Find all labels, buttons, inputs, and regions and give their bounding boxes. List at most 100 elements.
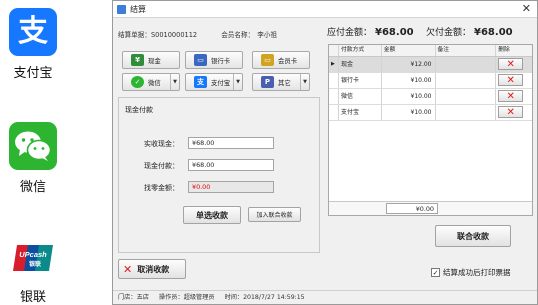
other-label: 其它 [278, 78, 291, 87]
row-delete: ✕ [496, 57, 532, 72]
cancel-icon: ✕ [123, 262, 133, 276]
change-amount: ¥0.00 [188, 181, 274, 193]
operator-value: 超级管理员 [183, 294, 215, 301]
wechat-pay-button[interactable]: ✓ 微信 ▼ [122, 73, 180, 91]
row-method: 支付宝 [339, 105, 382, 120]
alipay-icon: 支 [9, 8, 57, 56]
table-row[interactable]: 微信 ¥10.00 ✕ [329, 89, 532, 105]
row-amount: ¥10.00 [382, 105, 436, 120]
alipay-glyph: 支 [18, 14, 48, 49]
store-label: 门店： [118, 294, 137, 301]
member-card-label: 会员卡 [278, 56, 298, 65]
alipay-small-icon: 支 [194, 76, 207, 88]
sum-amount: ¥0.00 [386, 203, 438, 214]
time-label: 时间： [224, 294, 244, 301]
received-input[interactable]: ¥68.00 [188, 137, 274, 149]
time-value: 2018/7/27 14:59:15 [243, 294, 305, 301]
received-label: 实收现金： [144, 140, 179, 148]
row-method: 现金 [339, 57, 382, 72]
add-joint-payment-button[interactable]: 加入联合收款 [248, 207, 301, 222]
wechat-pay-label: 微信 [148, 78, 161, 87]
bank-card-button[interactable]: ▭ 银行卡 [185, 51, 243, 69]
wechat-item: 微信 [4, 122, 62, 195]
header-note: 备注 [436, 45, 497, 56]
row-note[interactable] [436, 73, 497, 88]
row-delete: ✕ [496, 89, 532, 104]
row-indicator [329, 105, 339, 120]
table-row[interactable]: ▶ 现金 ¥12.00 ✕ [329, 57, 532, 73]
alipay-item: 支 支付宝 [4, 8, 62, 81]
table-row[interactable]: 支付宝 ¥10.00 ✕ [329, 105, 532, 121]
status-bar: 门店：五店 操作员：超级管理员 时间：2018/7/27 14:59:15 [113, 290, 537, 304]
joint-payment-button[interactable]: 联合收款 [435, 225, 511, 247]
window-title: 结算 [130, 4, 146, 14]
row-method: 微信 [339, 89, 382, 104]
bank-card-label: 银行卡 [211, 56, 231, 65]
delete-icon[interactable]: ✕ [498, 90, 524, 102]
bank-card-icon: ▭ [194, 54, 207, 66]
row-amount: ¥12.00 [382, 57, 436, 72]
payment-icons-sidebar: 支 支付宝 微信 UPcash 银联 银联 [0, 0, 90, 305]
delete-icon[interactable]: ✕ [498, 58, 524, 70]
delete-icon[interactable]: ✕ [498, 106, 524, 118]
print-checkbox[interactable]: ✓ [431, 268, 440, 277]
order-label: 结算单据： [118, 31, 151, 39]
cash-button[interactable]: ¥ 现金 [122, 51, 180, 69]
payable-value: ¥68.00 [375, 27, 414, 38]
delete-icon[interactable]: ✕ [498, 74, 524, 86]
cancel-label: 取消收款 [137, 264, 170, 274]
other-button[interactable]: P 其它 ▼ [252, 73, 310, 91]
other-pay-icon: P [261, 76, 274, 88]
owed-label: 欠付金额： [426, 28, 472, 38]
row-method: 银行卡 [339, 73, 382, 88]
order-number: S0010000112 [150, 31, 198, 39]
unionpay-icon: UPcash 银联 [9, 240, 57, 276]
member-name: 李小祖 [257, 31, 277, 39]
header-amount: 金额 [382, 45, 436, 56]
cancel-payment-button[interactable]: ✕ 取消收款 [118, 259, 186, 279]
payable-amount: 应付金额： ¥68.00 [327, 25, 414, 38]
unionpay-card-icon: UPcash 银联 [13, 245, 53, 271]
owed-amount: 欠付金额： ¥68.00 [426, 25, 513, 38]
row-note[interactable] [436, 57, 497, 72]
unionpay-label: 银联 [19, 290, 46, 305]
wechat-check-icon: ✓ [131, 76, 144, 88]
row-delete: ✕ [496, 73, 532, 88]
row-amount: ¥10.00 [382, 73, 436, 88]
alipay-button-label: 支付宝 [211, 78, 231, 87]
row-note[interactable] [436, 105, 497, 120]
chevron-down-icon[interactable]: ▼ [233, 74, 242, 90]
wechat-bubbles-icon [15, 131, 52, 161]
close-icon[interactable]: ✕ [522, 2, 531, 15]
store-value: 五店 [136, 294, 149, 301]
alipay-label: 支付宝 [13, 66, 53, 81]
table-row[interactable]: 银行卡 ¥10.00 ✕ [329, 73, 532, 89]
single-payment-button[interactable]: 单选收款 [183, 206, 241, 224]
unionpay-item: UPcash 银联 银联 [4, 240, 62, 305]
app-icon [117, 4, 126, 14]
settlement-window: 结算 ✕ 结算单据：S0010000112 会员名称： 李小祖 应付金额： ¥68.… [112, 0, 538, 305]
row-pointer-icon: ▶ [329, 57, 339, 72]
member-card-button[interactable]: ▭ 会员卡 [252, 51, 310, 69]
payment-method-panel: ¥ 现金 ▭ 银行卡 ▭ 会员卡 ✓ 微信 ▼ 支 支付宝 ▼ P 其它 ▼ [118, 44, 320, 91]
row-indicator [329, 73, 339, 88]
chevron-down-icon[interactable]: ▼ [170, 74, 179, 90]
title-bar: 结算 ✕ [113, 1, 537, 18]
payment-table: 付款方式 金额 备注 删除 ▶ 现金 ¥12.00 ✕ 银行卡 ¥10.00 ✕… [328, 44, 533, 216]
cash-pay-label: 现金付款： [144, 162, 179, 170]
table-header: 付款方式 金额 备注 删除 [329, 45, 532, 57]
cash-pay-input[interactable]: ¥68.00 [188, 159, 274, 171]
print-checkbox-label: 结算成功后打印票据 [443, 268, 511, 277]
print-option[interactable]: ✓ 结算成功后打印票据 [431, 267, 511, 278]
header-method: 付款方式 [339, 45, 382, 56]
svg-text:UPcash: UPcash [19, 250, 47, 259]
alipay-button[interactable]: 支 支付宝 ▼ [185, 73, 243, 91]
cash-icon: ¥ [131, 54, 144, 66]
change-label: 找零金额： [144, 184, 179, 192]
cash-label: 现金 [148, 56, 161, 65]
row-note[interactable] [436, 89, 497, 104]
member-card-icon: ▭ [261, 54, 274, 66]
wechat-label: 微信 [19, 180, 46, 195]
sum-row: ¥0.00 [329, 201, 532, 215]
chevron-down-icon[interactable]: ▼ [300, 74, 309, 90]
